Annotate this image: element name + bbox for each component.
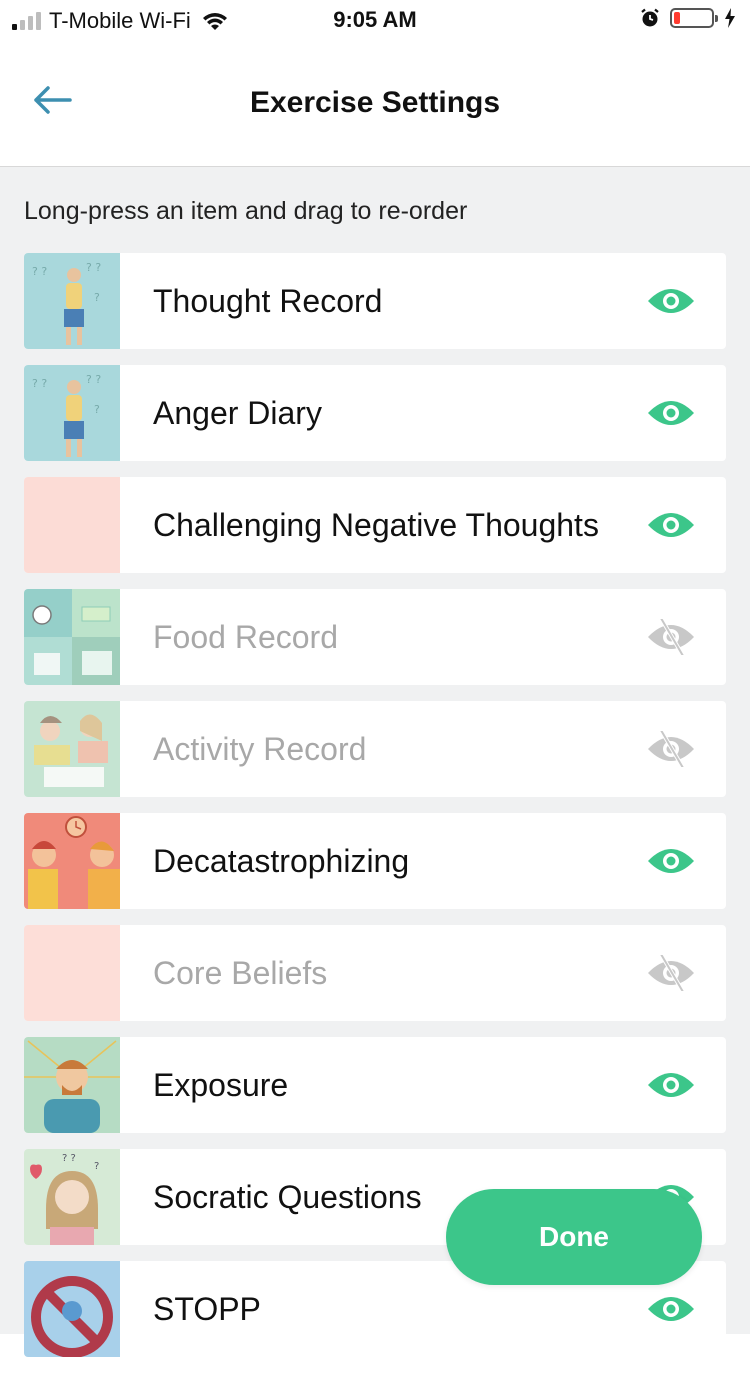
food-grid-thumbnail [24, 589, 120, 685]
battery-icon [670, 8, 718, 28]
confused-person-thumbnail: ? ? ? ? ? [24, 253, 120, 349]
svg-text:? ?: ? ? [86, 261, 101, 274]
exercise-label: Decatastrophizing [153, 843, 410, 879]
exercise-item[interactable]: Core Beliefs [24, 925, 726, 1021]
reorder-hint: Long-press an item and drag to re-order [24, 197, 468, 225]
status-time: 9:05 AM [333, 7, 417, 32]
people-desk-thumbnail [24, 701, 120, 797]
eye-slash-icon[interactable] [646, 731, 696, 767]
eye-icon[interactable] [646, 395, 696, 431]
eye-slash-icon[interactable] [646, 619, 696, 655]
svg-text:? ?: ? ? [32, 265, 47, 278]
charging-bolt-icon [725, 8, 735, 28]
anxious-man-thumbnail [24, 1037, 120, 1133]
eye-icon[interactable] [646, 1291, 696, 1327]
blank-thumbnail [24, 925, 120, 1021]
exercise-label: Exposure [153, 1067, 289, 1103]
svg-text:?: ? [94, 291, 100, 304]
stop-sign-thumbnail [24, 1261, 120, 1357]
exercise-label: Core Beliefs [153, 955, 328, 991]
eye-icon[interactable] [646, 283, 696, 319]
exercise-item[interactable]: Decatastrophizing [24, 813, 726, 909]
exercise-label: STOPP [153, 1291, 261, 1327]
eye-slash-icon[interactable] [646, 955, 696, 991]
exercise-label: Anger Diary [153, 395, 322, 431]
thinking-woman-thumbnail: ? ? ? [24, 1149, 120, 1245]
exercise-settings-content: Long-press an item and drag to re-order … [0, 167, 750, 1357]
exercise-label: Food Record [153, 619, 338, 655]
eye-icon[interactable] [646, 843, 696, 879]
svg-text:? ?: ? ? [62, 1153, 76, 1164]
exercise-item[interactable]: Challenging Negative Thoughts [24, 477, 726, 573]
exercise-label: Thought Record [153, 283, 383, 319]
exercise-item[interactable]: ? ? ? ? ? Anger Diary [24, 365, 726, 461]
status-bar: T-Mobile Wi-Fi 9:05 AM [0, 0, 750, 40]
blank-thumbnail [24, 477, 120, 573]
exercise-item[interactable]: Exposure [24, 1037, 726, 1133]
done-button[interactable]: Done [446, 1189, 702, 1285]
page-title: Exercise Settings [249, 86, 501, 119]
svg-text:? ?: ? ? [32, 377, 47, 390]
exercise-item[interactable]: Food Record [24, 589, 726, 685]
svg-text:? ?: ? ? [86, 373, 101, 386]
eye-icon[interactable] [646, 1067, 696, 1103]
status-right [640, 8, 736, 28]
exercise-item[interactable]: Activity Record [24, 701, 726, 797]
exercise-label: Activity Record [153, 731, 367, 767]
eye-icon[interactable] [646, 507, 696, 543]
svg-text:?: ? [94, 403, 100, 416]
alarm-clock-icon [641, 8, 659, 27]
exercise-item[interactable]: ? ? ? ? ? Thought Record [24, 253, 726, 349]
nav-header: Exercise Settings [0, 40, 750, 167]
confused-person-thumbnail: ? ? ? ? ? [24, 365, 120, 461]
arguing-people-thumbnail [24, 813, 120, 909]
svg-text:?: ? [94, 1161, 99, 1172]
exercise-label: Challenging Negative Thoughts [153, 507, 599, 543]
